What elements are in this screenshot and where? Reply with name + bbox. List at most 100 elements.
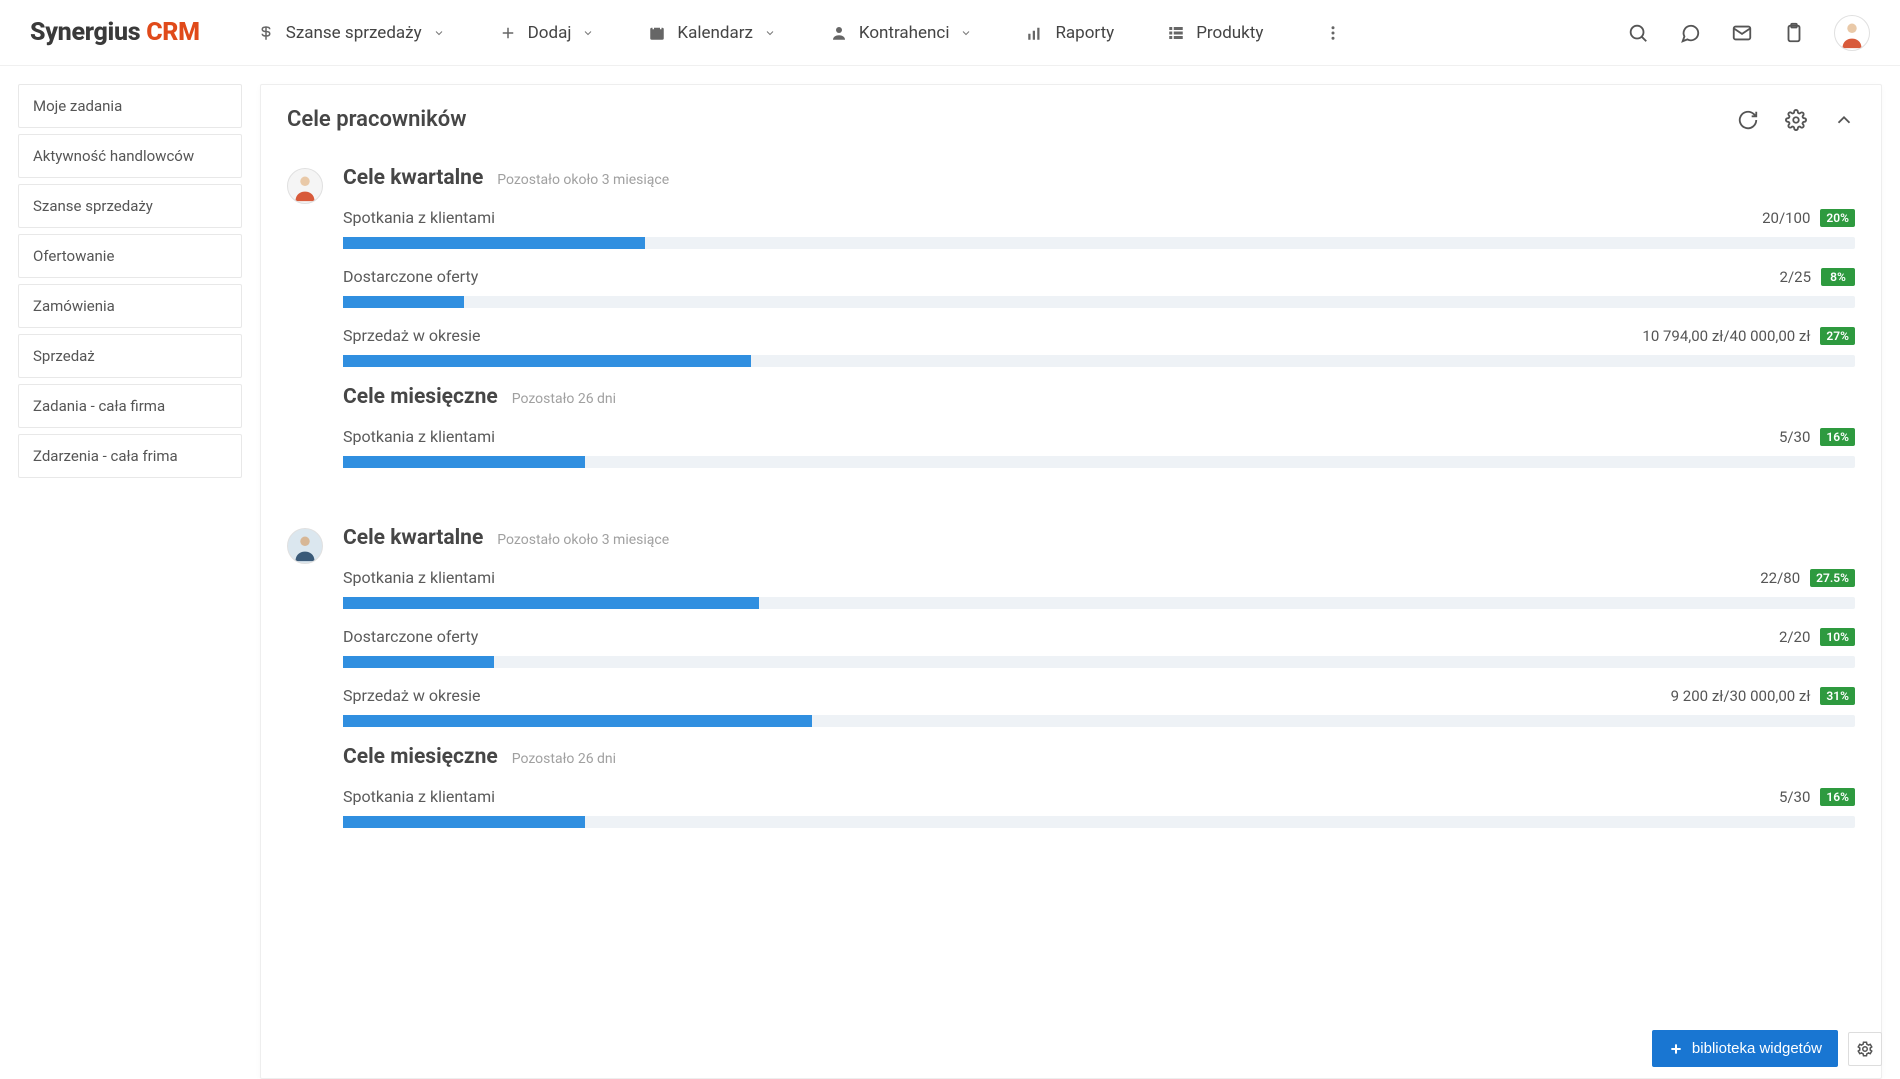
goal-section-name: Cele miesięczne [343, 385, 498, 409]
sidebar-item[interactable]: Moje zadania [18, 84, 242, 128]
goal-header: Spotkania z klientami 22/80 27.5% [343, 568, 1855, 587]
bars-icon [1025, 23, 1045, 43]
progress-bar [343, 355, 751, 367]
goal-values: 9 200 zł/30 000,00 zł 31% [1671, 687, 1855, 705]
goal-name: Spotkania z klientami [343, 568, 495, 587]
gear-icon[interactable] [1785, 109, 1807, 131]
goal-value: 9 200 zł/30 000,00 zł [1671, 687, 1811, 705]
panel-title: Cele pracowników [287, 107, 466, 132]
goal-section-hint: Pozostało około 3 miesiące [497, 172, 669, 188]
progress-bar [343, 296, 464, 308]
goal-badge: 27.5% [1810, 569, 1855, 587]
goal-badge: 16% [1820, 428, 1855, 446]
employee-avatar [287, 168, 323, 204]
employee-body: Cele kwartalnePozostało około 3 miesiące… [343, 526, 1855, 846]
top-nav: Szanse sprzedaży Dodaj Kalendarz [248, 17, 1352, 49]
panel-actions [1737, 109, 1855, 131]
goal-badge: 10% [1820, 628, 1855, 646]
goal-section-title: Cele kwartalnePozostało około 3 miesiące [343, 166, 1855, 190]
goal-section-title: Cele kwartalnePozostało około 3 miesiące [343, 526, 1855, 550]
chevron-down-icon [959, 26, 973, 40]
goal: Sprzedaż w okresie10 794,00 zł/40 000,00… [343, 326, 1855, 367]
goal-value: 2/25 [1780, 268, 1811, 286]
nav-sales[interactable]: Szanse sprzedaży [248, 17, 454, 49]
sidebar-item[interactable]: Zdarzenia - cała frima [18, 434, 242, 478]
goal-values: 5/3016% [1779, 788, 1855, 806]
mail-icon[interactable] [1730, 21, 1754, 45]
collapse-icon[interactable] [1833, 109, 1855, 131]
goal-name: Sprzedaż w okresie [343, 686, 480, 705]
goals-panel: Cele pracowników Cele kwartalnePozostało… [260, 84, 1882, 1079]
sidebar-item[interactable]: Aktywność handlowców [18, 134, 242, 178]
plus-icon [1668, 1041, 1684, 1057]
goal-section-hint: Pozostało 26 dni [512, 751, 616, 767]
goal-name: Spotkania z klientami [343, 427, 495, 446]
goal-value: 2/20 [1779, 628, 1810, 646]
nav-label: Dodaj [528, 23, 572, 43]
goal-values: 22/80 27.5% [1760, 569, 1855, 587]
progress-bar [343, 656, 494, 668]
goal-value: 20/100 [1762, 209, 1810, 227]
goal: Spotkania z klientami 22/80 27.5% [343, 568, 1855, 609]
nav-label: Szanse sprzedaży [286, 23, 422, 43]
search-icon[interactable] [1626, 21, 1650, 45]
user-avatar[interactable] [1834, 15, 1870, 51]
plus-icon [498, 23, 518, 43]
progress-track [343, 715, 1855, 727]
employee-block: Cele kwartalnePozostało około 3 miesiące… [287, 166, 1855, 486]
goal-value: 5/30 [1779, 428, 1810, 446]
progress-track [343, 296, 1855, 308]
employee-avatar [287, 528, 323, 564]
goal-section-name: Cele miesięczne [343, 745, 498, 769]
dollar-icon [256, 23, 276, 43]
sidebar-item[interactable]: Sprzedaż [18, 334, 242, 378]
progress-track [343, 656, 1855, 668]
goal: Spotkania z klientami 5/3016% [343, 787, 1855, 828]
sidebar-item[interactable]: Zadania - cała firma [18, 384, 242, 428]
main: Cele pracowników Cele kwartalnePozostało… [260, 84, 1882, 1079]
progress-track [343, 237, 1855, 249]
sidebar-item[interactable]: Szanse sprzedaży [18, 184, 242, 228]
sidebar-item[interactable]: Ofertowanie [18, 234, 242, 278]
goal-badge: 31% [1820, 687, 1855, 705]
clipboard-icon[interactable] [1782, 21, 1806, 45]
goal: Spotkania z klientami 5/30 16% [343, 427, 1855, 468]
progress-track [343, 456, 1855, 468]
goal: Spotkania z klientami20/10020% [343, 208, 1855, 249]
refresh-icon[interactable] [1737, 109, 1759, 131]
goal-header: Spotkania z klientami 5/30 16% [343, 427, 1855, 446]
nav-more[interactable] [1315, 17, 1351, 49]
sidebar: Moje zadania Aktywność handlowców Szanse s… [18, 84, 242, 1079]
chat-icon[interactable] [1678, 21, 1702, 45]
person-icon [829, 23, 849, 43]
progress-bar [343, 597, 759, 609]
nav-reports[interactable]: Raporty [1017, 17, 1122, 49]
nav-label: Kontrahenci [859, 23, 950, 43]
settings-button[interactable] [1848, 1032, 1882, 1066]
nav-contacts[interactable]: Kontrahenci [821, 17, 982, 49]
nav-add[interactable]: Dodaj [490, 17, 604, 49]
goal-value: 22/80 [1760, 569, 1800, 587]
nav-calendar[interactable]: Kalendarz [639, 17, 784, 49]
goal-section-title: Cele miesięczne Pozostało 26 dni [343, 745, 1855, 769]
widget-library-button[interactable]: biblioteka widgetów [1652, 1030, 1838, 1067]
goal: Dostarczone oferty 2/20 10% [343, 627, 1855, 668]
nav-label: Produkty [1196, 23, 1263, 43]
goal-header: Spotkania z klientami 5/3016% [343, 787, 1855, 806]
goal-values: 5/30 16% [1779, 428, 1855, 446]
goal-values: 2/20 10% [1779, 628, 1855, 646]
goal-header: Dostarczone oferty2/258% [343, 267, 1855, 286]
calendar-icon [647, 23, 667, 43]
goal-values: 2/258% [1780, 268, 1855, 286]
goal-badge: 20% [1820, 209, 1855, 227]
widget-library-label: biblioteka widgetów [1692, 1040, 1822, 1057]
goal-name: Spotkania z klientami [343, 787, 495, 806]
goal: Dostarczone oferty2/258% [343, 267, 1855, 308]
goal-name: Dostarczone oferty [343, 627, 478, 646]
goal-section-name: Cele kwartalne [343, 526, 483, 550]
goal-section-title: Cele miesięcznePozostało 26 dni [343, 385, 1855, 409]
progress-track [343, 355, 1855, 367]
topbar: Synergius CRM Szanse sprzedaży Dodaj [0, 0, 1900, 66]
nav-products[interactable]: Produkty [1158, 17, 1271, 49]
sidebar-item[interactable]: Zamówienia [18, 284, 242, 328]
